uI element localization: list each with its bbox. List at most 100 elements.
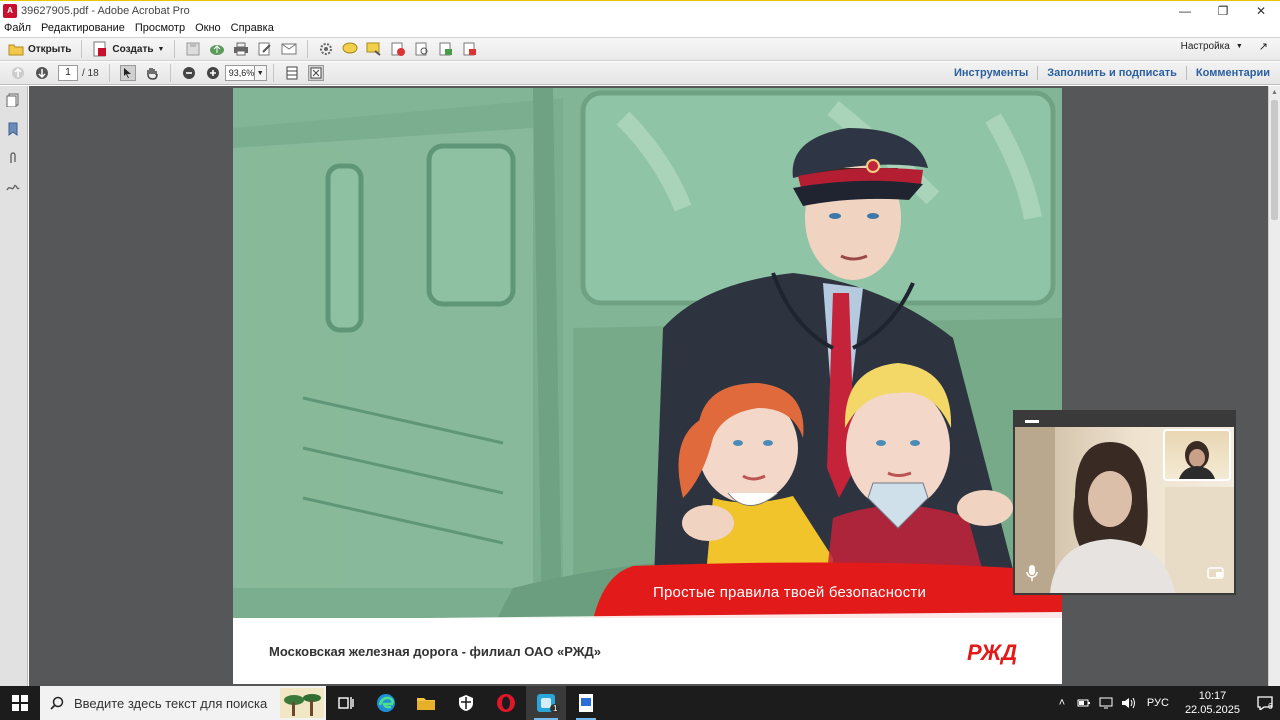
- toolbar-separator: [169, 64, 171, 82]
- windows-taskbar: Введите здесь текст для поиска 1 ˄ РУС 1…: [0, 686, 1280, 720]
- create-button[interactable]: Создать ▼: [88, 39, 168, 59]
- microphone-icon[interactable]: [1025, 564, 1039, 585]
- acrobat-app-icon: A: [3, 3, 17, 18]
- page-number-input[interactable]: 1: [58, 65, 78, 81]
- tools-link[interactable]: Инструменты: [954, 67, 1028, 79]
- toolbar-separator: [272, 64, 274, 82]
- zoom-level-input[interactable]: 93,6%: [224, 65, 255, 81]
- minimize-button[interactable]: —: [1166, 1, 1204, 21]
- edit-document-icon[interactable]: [257, 41, 273, 57]
- toolbar-separator: [108, 64, 110, 82]
- fill-sign-link[interactable]: Заполнить и подписать: [1047, 67, 1177, 79]
- menu-file[interactable]: Файл: [4, 22, 31, 34]
- scroll-up-icon[interactable]: ▲: [1271, 89, 1278, 96]
- export-icon[interactable]: [438, 41, 454, 57]
- previous-page-icon[interactable]: [10, 65, 26, 81]
- email-icon[interactable]: [281, 41, 297, 57]
- menu-help[interactable]: Справка: [231, 22, 274, 34]
- shield-icon: [459, 695, 473, 711]
- bookmarks-panel-icon[interactable]: [5, 121, 21, 137]
- task-pane-links: Инструменты Заполнить и подписать Коммен…: [954, 66, 1270, 80]
- navigation-pane: [0, 86, 28, 686]
- volume-icon[interactable]: [1119, 697, 1137, 709]
- taskbar-search[interactable]: Введите здесь текст для поиска: [40, 686, 326, 720]
- create-label: Создать: [112, 43, 154, 55]
- open-label: Открыть: [28, 43, 72, 55]
- folder-icon: [8, 41, 24, 57]
- network-icon[interactable]: [1097, 697, 1115, 709]
- next-page-icon[interactable]: [34, 65, 50, 81]
- zoom-out-icon[interactable]: [181, 65, 197, 81]
- vertical-scrollbar[interactable]: ▲: [1268, 86, 1280, 686]
- create-pdf-icon: [92, 41, 108, 57]
- switch-camera-icon[interactable]: [1207, 566, 1225, 583]
- hand-tool-icon[interactable]: [144, 65, 160, 81]
- zoom-in-icon[interactable]: [205, 65, 221, 81]
- svg-text:РЖД: РЖД: [967, 640, 1017, 665]
- comment-icon[interactable]: [342, 41, 358, 57]
- language-indicator[interactable]: РУС: [1147, 697, 1169, 709]
- task-view-button[interactable]: [326, 686, 366, 720]
- title-bar: A 39627905.pdf - Adobe Acrobat Pro — ❐ ✕: [0, 0, 1280, 20]
- select-tool-icon[interactable]: [119, 65, 136, 81]
- link-divider: [1037, 66, 1039, 80]
- page-illustration: [233, 88, 1062, 684]
- battery-icon[interactable]: [1075, 698, 1093, 708]
- protect-icon[interactable]: [462, 41, 478, 57]
- windows-logo-icon: [12, 695, 28, 711]
- taskbar-file-explorer[interactable]: [406, 686, 446, 720]
- menu-edit[interactable]: Редактирование: [41, 22, 125, 34]
- minimize-overlay-icon[interactable]: [1025, 420, 1039, 423]
- taskbar-document-app[interactable]: [566, 686, 606, 720]
- clock-date: 22.05.2025: [1184, 704, 1240, 716]
- chevron-down-icon[interactable]: ▼: [1236, 43, 1243, 50]
- clock[interactable]: 10:17 22.05.2025: [1185, 689, 1240, 717]
- attachments-panel-icon[interactable]: [5, 150, 21, 166]
- edge-icon: [377, 694, 395, 712]
- stamp-icon[interactable]: [390, 41, 406, 57]
- customize-area: Настройка ▼ ↗: [1181, 40, 1268, 53]
- taskbar-acrobat[interactable]: 1: [526, 686, 566, 720]
- chevron-up-icon[interactable]: ˄: [1053, 697, 1071, 709]
- search-icon: [50, 696, 64, 710]
- pdf-page: Простые правила твоей безопасности Моско…: [233, 88, 1062, 684]
- fit-width-icon[interactable]: [284, 65, 300, 81]
- fit-page-icon[interactable]: [307, 65, 324, 81]
- pages-panel-icon[interactable]: [5, 92, 21, 108]
- zoom-dropdown-icon[interactable]: ▼: [254, 65, 267, 81]
- maximize-button[interactable]: ❐: [1204, 1, 1242, 21]
- menu-bar: Файл Редактирование Просмотр Окно Справк…: [0, 20, 1280, 36]
- acrobat-window-count: 1: [550, 704, 561, 713]
- compare-icon[interactable]: [414, 41, 430, 57]
- print-icon[interactable]: [233, 41, 249, 57]
- expand-icon[interactable]: ↗: [1259, 40, 1268, 53]
- highlight-comment-icon[interactable]: [366, 41, 382, 57]
- self-view-video[interactable]: [1163, 429, 1231, 481]
- taskbar-edge[interactable]: [366, 686, 406, 720]
- banner-title: Простые правила твоей безопасности: [653, 584, 927, 601]
- document-app-icon: [579, 694, 593, 712]
- signatures-panel-icon[interactable]: [5, 179, 21, 195]
- opera-icon: [497, 694, 515, 712]
- gear-icon[interactable]: [318, 41, 334, 57]
- chevron-down-icon: ▼: [157, 45, 165, 53]
- page-footer: Московская железная дорога - филиал ОАО …: [233, 618, 1062, 684]
- start-button[interactable]: [0, 686, 40, 720]
- page-total: / 18: [82, 67, 99, 79]
- comments-link[interactable]: Комментарии: [1196, 67, 1270, 79]
- menu-view[interactable]: Просмотр: [135, 22, 185, 34]
- save-icon[interactable]: [185, 41, 201, 57]
- remote-video: [1015, 427, 1234, 593]
- customize-button[interactable]: Настройка: [1181, 41, 1230, 52]
- scrollbar-thumb[interactable]: [1271, 100, 1278, 220]
- video-call-overlay[interactable]: [1013, 410, 1236, 595]
- system-tray: ˄ РУС 10:17 22.05.2025 6: [1051, 686, 1280, 720]
- taskbar-security[interactable]: [446, 686, 486, 720]
- toolbar-separator: [174, 40, 176, 58]
- taskbar-opera[interactable]: [486, 686, 526, 720]
- cloud-upload-icon[interactable]: [209, 41, 225, 57]
- open-button[interactable]: Открыть: [4, 39, 75, 59]
- close-button[interactable]: ✕: [1242, 1, 1280, 21]
- menu-window[interactable]: Окно: [195, 22, 221, 34]
- notifications-button[interactable]: 6: [1250, 696, 1280, 711]
